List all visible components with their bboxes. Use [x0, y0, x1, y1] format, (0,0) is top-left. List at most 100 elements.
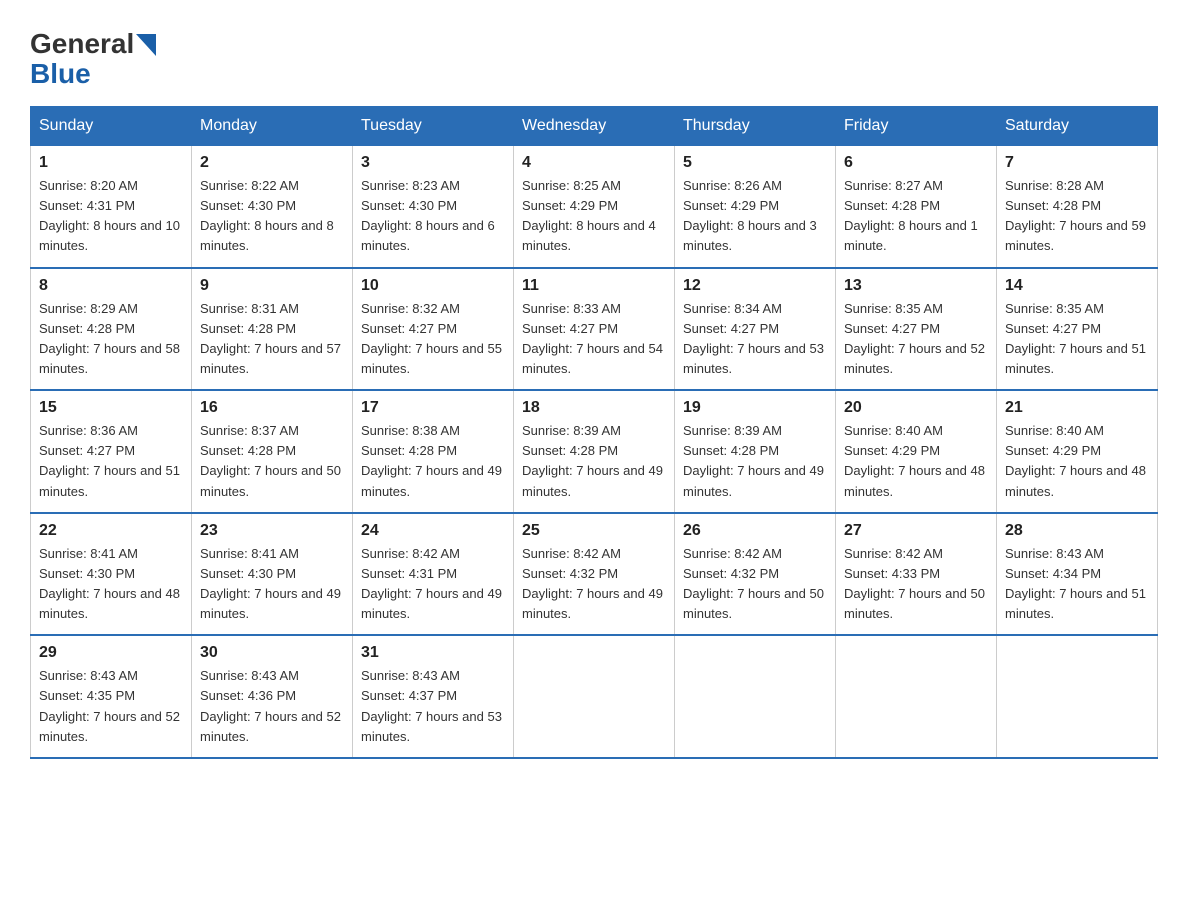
day-number: 11: [522, 277, 666, 295]
calendar-cell: 14 Sunrise: 8:35 AM Sunset: 4:27 PM Dayl…: [997, 268, 1158, 391]
calendar-cell: 21 Sunrise: 8:40 AM Sunset: 4:29 PM Dayl…: [997, 390, 1158, 513]
day-info: Sunrise: 8:42 AM Sunset: 4:33 PM Dayligh…: [844, 544, 988, 625]
day-number: 31: [361, 644, 505, 662]
calendar-cell: 17 Sunrise: 8:38 AM Sunset: 4:28 PM Dayl…: [353, 390, 514, 513]
calendar-cell: 18 Sunrise: 8:39 AM Sunset: 4:28 PM Dayl…: [514, 390, 675, 513]
day-number: 17: [361, 399, 505, 417]
calendar-week-4: 22 Sunrise: 8:41 AM Sunset: 4:30 PM Dayl…: [31, 513, 1158, 636]
day-info: Sunrise: 8:35 AM Sunset: 4:27 PM Dayligh…: [844, 299, 988, 380]
calendar-week-2: 8 Sunrise: 8:29 AM Sunset: 4:28 PM Dayli…: [31, 268, 1158, 391]
calendar-cell: 12 Sunrise: 8:34 AM Sunset: 4:27 PM Dayl…: [675, 268, 836, 391]
day-info: Sunrise: 8:35 AM Sunset: 4:27 PM Dayligh…: [1005, 299, 1149, 380]
day-number: 21: [1005, 399, 1149, 417]
day-number: 19: [683, 399, 827, 417]
calendar-cell: 16 Sunrise: 8:37 AM Sunset: 4:28 PM Dayl…: [192, 390, 353, 513]
calendar-cell: 20 Sunrise: 8:40 AM Sunset: 4:29 PM Dayl…: [836, 390, 997, 513]
calendar-cell: 25 Sunrise: 8:42 AM Sunset: 4:32 PM Dayl…: [514, 513, 675, 636]
calendar-cell: 1 Sunrise: 8:20 AM Sunset: 4:31 PM Dayli…: [31, 146, 192, 268]
day-number: 16: [200, 399, 344, 417]
day-number: 15: [39, 399, 183, 417]
day-info: Sunrise: 8:29 AM Sunset: 4:28 PM Dayligh…: [39, 299, 183, 380]
calendar-header-sunday: Sunday: [31, 107, 192, 146]
calendar-cell: 19 Sunrise: 8:39 AM Sunset: 4:28 PM Dayl…: [675, 390, 836, 513]
day-number: 22: [39, 522, 183, 540]
day-info: Sunrise: 8:34 AM Sunset: 4:27 PM Dayligh…: [683, 299, 827, 380]
day-number: 30: [200, 644, 344, 662]
day-info: Sunrise: 8:33 AM Sunset: 4:27 PM Dayligh…: [522, 299, 666, 380]
day-number: 2: [200, 154, 344, 172]
calendar-cell: 13 Sunrise: 8:35 AM Sunset: 4:27 PM Dayl…: [836, 268, 997, 391]
day-number: 5: [683, 154, 827, 172]
calendar-header-monday: Monday: [192, 107, 353, 146]
calendar-week-1: 1 Sunrise: 8:20 AM Sunset: 4:31 PM Dayli…: [31, 146, 1158, 268]
day-info: Sunrise: 8:36 AM Sunset: 4:27 PM Dayligh…: [39, 421, 183, 502]
day-number: 7: [1005, 154, 1149, 172]
calendar-cell: 23 Sunrise: 8:41 AM Sunset: 4:30 PM Dayl…: [192, 513, 353, 636]
calendar-cell: 26 Sunrise: 8:42 AM Sunset: 4:32 PM Dayl…: [675, 513, 836, 636]
calendar-cell: [514, 635, 675, 758]
day-number: 10: [361, 277, 505, 295]
calendar-cell: 28 Sunrise: 8:43 AM Sunset: 4:34 PM Dayl…: [997, 513, 1158, 636]
day-number: 23: [200, 522, 344, 540]
calendar-cell: 8 Sunrise: 8:29 AM Sunset: 4:28 PM Dayli…: [31, 268, 192, 391]
day-number: 13: [844, 277, 988, 295]
calendar-cell: [675, 635, 836, 758]
day-number: 24: [361, 522, 505, 540]
calendar-cell: 24 Sunrise: 8:42 AM Sunset: 4:31 PM Dayl…: [353, 513, 514, 636]
day-number: 8: [39, 277, 183, 295]
calendar-cell: 2 Sunrise: 8:22 AM Sunset: 4:30 PM Dayli…: [192, 146, 353, 268]
day-info: Sunrise: 8:43 AM Sunset: 4:37 PM Dayligh…: [361, 666, 505, 747]
calendar-cell: 29 Sunrise: 8:43 AM Sunset: 4:35 PM Dayl…: [31, 635, 192, 758]
day-info: Sunrise: 8:27 AM Sunset: 4:28 PM Dayligh…: [844, 176, 988, 257]
day-info: Sunrise: 8:42 AM Sunset: 4:31 PM Dayligh…: [361, 544, 505, 625]
day-info: Sunrise: 8:41 AM Sunset: 4:30 PM Dayligh…: [200, 544, 344, 625]
calendar-cell: 7 Sunrise: 8:28 AM Sunset: 4:28 PM Dayli…: [997, 146, 1158, 268]
day-info: Sunrise: 8:39 AM Sunset: 4:28 PM Dayligh…: [522, 421, 666, 502]
day-info: Sunrise: 8:20 AM Sunset: 4:31 PM Dayligh…: [39, 176, 183, 257]
logo-arrow-icon: [136, 34, 156, 56]
day-info: Sunrise: 8:42 AM Sunset: 4:32 PM Dayligh…: [683, 544, 827, 625]
day-number: 25: [522, 522, 666, 540]
calendar-cell: 22 Sunrise: 8:41 AM Sunset: 4:30 PM Dayl…: [31, 513, 192, 636]
day-number: 12: [683, 277, 827, 295]
calendar-week-5: 29 Sunrise: 8:43 AM Sunset: 4:35 PM Dayl…: [31, 635, 1158, 758]
calendar-header-saturday: Saturday: [997, 107, 1158, 146]
day-number: 6: [844, 154, 988, 172]
day-info: Sunrise: 8:39 AM Sunset: 4:28 PM Dayligh…: [683, 421, 827, 502]
day-info: Sunrise: 8:28 AM Sunset: 4:28 PM Dayligh…: [1005, 176, 1149, 257]
calendar-cell: [836, 635, 997, 758]
day-number: 26: [683, 522, 827, 540]
day-number: 4: [522, 154, 666, 172]
calendar-cell: 11 Sunrise: 8:33 AM Sunset: 4:27 PM Dayl…: [514, 268, 675, 391]
logo-blue-text: Blue: [30, 58, 91, 90]
day-info: Sunrise: 8:43 AM Sunset: 4:35 PM Dayligh…: [39, 666, 183, 747]
calendar-cell: 15 Sunrise: 8:36 AM Sunset: 4:27 PM Dayl…: [31, 390, 192, 513]
day-info: Sunrise: 8:22 AM Sunset: 4:30 PM Dayligh…: [200, 176, 344, 257]
day-info: Sunrise: 8:37 AM Sunset: 4:28 PM Dayligh…: [200, 421, 344, 502]
calendar-cell: 3 Sunrise: 8:23 AM Sunset: 4:30 PM Dayli…: [353, 146, 514, 268]
page-header: General Blue: [30, 30, 1158, 90]
day-info: Sunrise: 8:43 AM Sunset: 4:36 PM Dayligh…: [200, 666, 344, 747]
calendar-cell: 27 Sunrise: 8:42 AM Sunset: 4:33 PM Dayl…: [836, 513, 997, 636]
day-number: 27: [844, 522, 988, 540]
calendar-header-row: SundayMondayTuesdayWednesdayThursdayFrid…: [31, 107, 1158, 146]
day-info: Sunrise: 8:25 AM Sunset: 4:29 PM Dayligh…: [522, 176, 666, 257]
day-info: Sunrise: 8:31 AM Sunset: 4:28 PM Dayligh…: [200, 299, 344, 380]
calendar-cell: 6 Sunrise: 8:27 AM Sunset: 4:28 PM Dayli…: [836, 146, 997, 268]
calendar-header-friday: Friday: [836, 107, 997, 146]
day-info: Sunrise: 8:40 AM Sunset: 4:29 PM Dayligh…: [844, 421, 988, 502]
day-info: Sunrise: 8:40 AM Sunset: 4:29 PM Dayligh…: [1005, 421, 1149, 502]
day-number: 29: [39, 644, 183, 662]
calendar-cell: 31 Sunrise: 8:43 AM Sunset: 4:37 PM Dayl…: [353, 635, 514, 758]
calendar-header-thursday: Thursday: [675, 107, 836, 146]
day-number: 28: [1005, 522, 1149, 540]
day-number: 9: [200, 277, 344, 295]
calendar-cell: 30 Sunrise: 8:43 AM Sunset: 4:36 PM Dayl…: [192, 635, 353, 758]
logo-general-text: General: [30, 30, 134, 58]
calendar-week-3: 15 Sunrise: 8:36 AM Sunset: 4:27 PM Dayl…: [31, 390, 1158, 513]
logo: General Blue: [30, 30, 156, 90]
day-info: Sunrise: 8:26 AM Sunset: 4:29 PM Dayligh…: [683, 176, 827, 257]
day-info: Sunrise: 8:41 AM Sunset: 4:30 PM Dayligh…: [39, 544, 183, 625]
day-number: 1: [39, 154, 183, 172]
calendar-header-wednesday: Wednesday: [514, 107, 675, 146]
